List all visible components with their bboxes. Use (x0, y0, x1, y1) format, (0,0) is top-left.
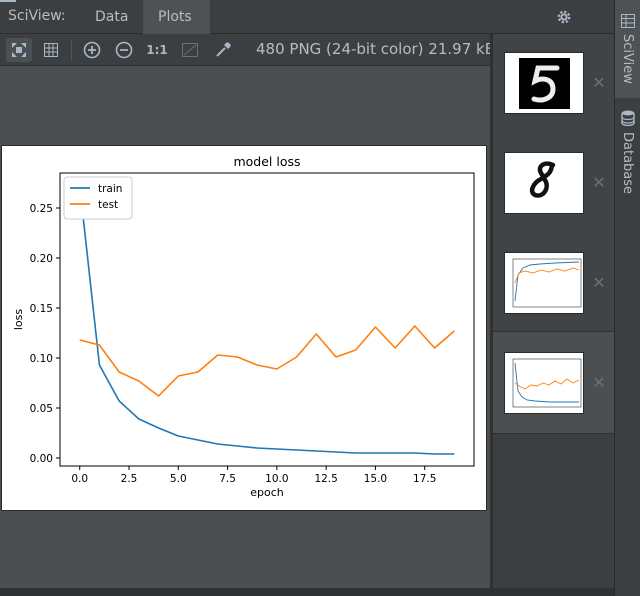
x-tick-label: 0.0 (71, 473, 88, 485)
gear-icon[interactable] (556, 9, 572, 25)
thumbnail-digit-5[interactable]: · (504, 52, 584, 114)
loss-plot-image (512, 358, 582, 408)
x-tick-label: 15.0 (364, 473, 387, 485)
minimize-icon[interactable] (0, 0, 16, 2)
loss-chart: model loss 0.0 2.5 5.0 7.5 10.0 12.5 15.0 17.5 0.… (12, 154, 475, 499)
close-icon[interactable]: ✕ (592, 375, 606, 391)
svg-text:·: · (545, 55, 546, 58)
y-tick-label: 0.00 (30, 453, 53, 465)
thumbnail-accuracy-plot[interactable] (504, 252, 584, 314)
database-side-label: Database (620, 132, 635, 195)
x-tick-label: 7.5 (219, 473, 236, 485)
color-picker-button[interactable] (210, 38, 236, 62)
sciview-window: SciView: Data Plots 1:1 480 PNG (24-bit … (0, 0, 640, 596)
actual-size-label: 1:1 (146, 43, 168, 57)
eyedropper-icon (216, 42, 231, 57)
background-toggle-button[interactable] (177, 38, 203, 62)
grid-icon (44, 43, 58, 57)
plot-image: model loss 0.0 2.5 5.0 7.5 10.0 12.5 15.0 17.5 0.… (1, 145, 487, 511)
grid-toggle-button[interactable] (38, 38, 64, 62)
right-tool-strip: SciView Database (614, 0, 640, 596)
background-icon (182, 43, 198, 57)
image-info: 480 PNG (24-bit color) 21.97 kB (256, 40, 495, 58)
x-tick-label: 5.0 (170, 473, 187, 485)
sciview-side-tab[interactable]: SciView (615, 0, 640, 98)
zoom-out-button[interactable] (111, 38, 137, 62)
thumbnail-digit-8[interactable] (504, 152, 584, 214)
x-tick-label: 10.0 (265, 473, 288, 485)
close-icon[interactable]: ✕ (592, 75, 606, 91)
zoom-in-button[interactable] (79, 38, 105, 62)
y-tick-label: 0.10 (30, 353, 53, 365)
bottom-status-bar (0, 588, 614, 596)
actual-size-button[interactable]: 1:1 (144, 38, 170, 62)
y-tick-label: 0.15 (30, 303, 53, 315)
x-tick-label: 2.5 (121, 473, 138, 485)
thumbnail-panel: · ✕ ✕ ✕ ✕ (493, 34, 614, 588)
x-tick-label: 17.5 (413, 473, 436, 485)
legend-label-test: test (98, 199, 118, 211)
x-tick-label: 12.5 (314, 473, 337, 485)
toolbar-separator (71, 40, 72, 60)
digit-8-image (519, 158, 570, 209)
digit-5-image: · (519, 55, 570, 109)
thumbnail-group-selected: ✕ (493, 332, 614, 434)
sciview-side-label: SciView (620, 34, 635, 84)
close-icon[interactable]: ✕ (592, 175, 606, 191)
zoom-in-icon (83, 41, 101, 59)
tab-plots[interactable]: Plots (143, 0, 210, 34)
accuracy-plot-image (512, 258, 582, 308)
fit-icon (12, 43, 26, 57)
app-title: SciView: (8, 8, 66, 24)
tab-data[interactable]: Data (80, 0, 143, 34)
legend-label-train: train (98, 183, 122, 195)
y-axis-label: loss (12, 309, 25, 331)
y-tick-label: 0.20 (30, 253, 53, 265)
x-axis-label: epoch (250, 486, 284, 499)
thumbnail-loss-plot[interactable] (504, 352, 584, 414)
y-tick-label: 0.25 (30, 203, 53, 215)
title-bar: SciView: Data Plots (0, 0, 614, 34)
thumbnail-group: · ✕ ✕ ✕ (493, 34, 614, 332)
y-tick-label: 0.05 (30, 403, 53, 415)
image-canvas: model loss 0.0 2.5 5.0 7.5 10.0 12.5 15.0 17.5 0.… (0, 66, 490, 588)
fit-to-window-button[interactable] (6, 38, 32, 62)
database-icon (621, 110, 635, 126)
chart-title: model loss (233, 154, 300, 169)
zoom-out-icon (115, 41, 133, 59)
database-side-tab[interactable]: Database (615, 100, 640, 200)
table-icon (621, 14, 635, 28)
close-icon[interactable]: ✕ (592, 275, 606, 291)
